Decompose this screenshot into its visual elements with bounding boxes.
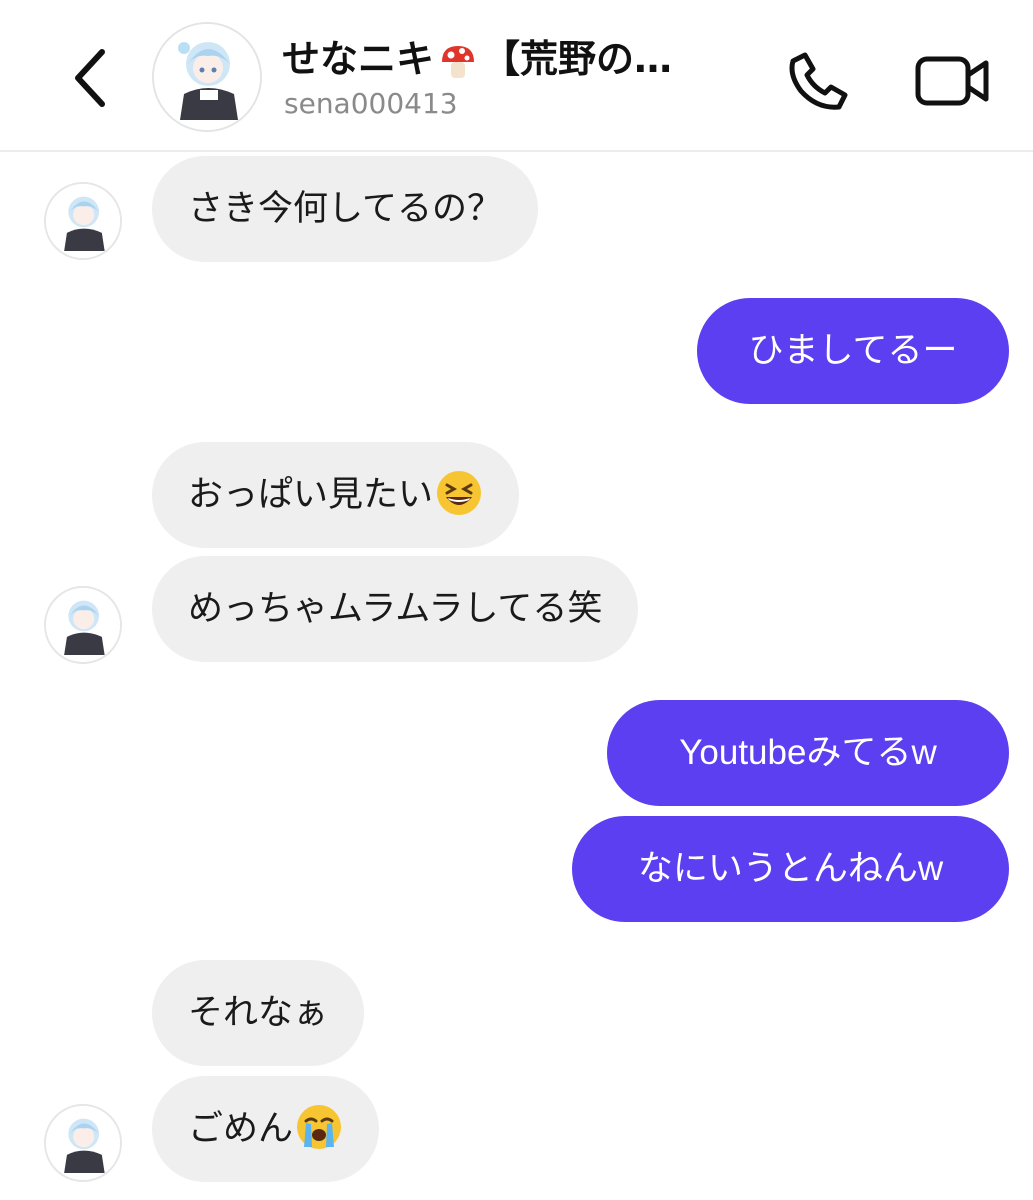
outgoing-message[interactable]: なにいうとんねんw — [572, 816, 1009, 922]
message-text: おっぱい見たい — [188, 475, 434, 515]
incoming-message[interactable]: ごめん — [152, 1076, 380, 1182]
message-text: ごめん — [188, 1109, 294, 1149]
mushroom-icon — [442, 45, 475, 78]
contact-username: sena000413 — [284, 87, 458, 120]
video-call-button[interactable] — [910, 46, 994, 116]
message-text: ひましてるー — [748, 331, 958, 371]
message-avatar[interactable] — [44, 182, 122, 260]
back-button[interactable] — [62, 40, 118, 116]
message-text: なにいうとんねんw — [637, 849, 944, 888]
voice-call-button[interactable] — [784, 46, 854, 116]
grinning-squinting-face-icon — [437, 471, 482, 515]
avatar-image — [154, 24, 260, 130]
title-prefix: せなニキ — [282, 37, 435, 81]
avatar-image — [46, 588, 120, 662]
incoming-message[interactable]: さき今何してるの？ — [152, 156, 538, 262]
dm-conversation-screen: せなニキ 【荒野の… sena000413 さき今何してるの？ ひましてるー お… — [0, 0, 1033, 1200]
avatar-image — [46, 184, 120, 258]
avatar-image — [46, 1106, 120, 1180]
loudly-crying-face-icon — [297, 1105, 342, 1149]
phone-icon — [789, 52, 848, 110]
message-avatar[interactable] — [44, 1104, 122, 1182]
contact-display-name[interactable]: せなニキ 【荒野の… — [282, 34, 762, 84]
incoming-message[interactable]: めっちゃムラムラしてる笑 — [152, 556, 639, 662]
outgoing-message[interactable]: ひましてるー — [697, 298, 1009, 404]
incoming-message[interactable]: それなぁ — [152, 960, 365, 1066]
message-text: Youtubeみてるw — [679, 733, 937, 772]
chat-header: せなニキ 【荒野の… sena000413 — [0, 0, 1033, 152]
outgoing-message[interactable]: Youtubeみてるw — [607, 700, 1009, 806]
video-camera-icon — [915, 56, 989, 106]
chevron-left-icon — [75, 49, 105, 107]
message-text: それなぁ — [188, 993, 329, 1033]
message-avatar[interactable] — [44, 586, 122, 664]
title-suffix: 【荒野の… — [482, 37, 673, 81]
contact-avatar[interactable] — [152, 22, 262, 132]
incoming-message[interactable]: おっぱい見たい — [152, 442, 520, 548]
message-text: めっちゃムラムラしてる笑 — [188, 589, 603, 629]
message-text: さき今何してるの？ — [188, 189, 502, 229]
